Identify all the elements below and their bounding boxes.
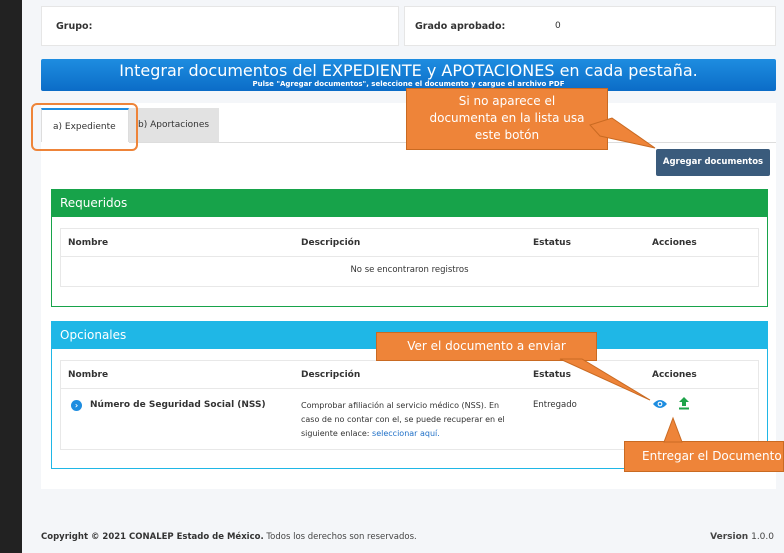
col-estatus: Estatus [533,238,571,248]
banner-title: Integrar documentos del EXPEDIENTE y APO… [119,61,698,80]
callout-view-hint: Ver el documento a enviar [376,332,597,361]
tab-aportaciones[interactable]: b) Aportaciones [129,108,219,142]
documents-panel: a) Expediente b) Aportaciones Agregar do… [41,103,776,489]
col-descripcion: Descripción [301,238,361,248]
add-documents-button[interactable]: Agregar documentos [656,149,770,176]
grado-label: Grado aprobado: [415,21,506,32]
col-descripcion: Descripción [301,370,361,380]
rights-text: Todos los derechos son reservados. [266,532,417,542]
info-circle-icon[interactable]: › [71,400,82,411]
grado-value: 0 [555,21,561,31]
version-value: 1.0.0 [751,532,774,542]
version-label: Version [710,532,749,542]
row-description: Comprobar afiliación al servicio médico … [301,399,526,441]
header-divider [61,256,758,257]
opcionales-table: Nombre Descripción Estatus Acciones › Nú… [60,360,759,450]
requeridos-title: Requeridos [52,190,767,217]
desc-line-1: Comprobar afiliación al servicio médico … [301,401,500,410]
tab-aportaciones-label: b) Aportaciones [138,120,210,130]
row-status: Entregado [533,400,577,410]
eye-icon[interactable] [652,398,668,413]
table-row: › Número de Seguridad Social (NSS) Compr… [61,389,758,449]
desc-line-3: siguiente enlace: seleccionar aquí. [301,427,526,441]
callout-deliver-hint: Entregar el Documento [624,441,784,472]
col-acciones: Acciones [652,370,697,380]
callout-add-hint: Si no aparece el documenta en la lista u… [406,88,608,150]
col-acciones: Acciones [652,238,697,248]
footer-version: Version 1.0.0 [710,532,774,542]
copyright-text: Copyright © 2021 CONALEP Estado de Méxic… [41,532,264,542]
callout-add-hint-line-2: documenta en la lista usa [429,111,585,125]
footer-copyright: Copyright © 2021 CONALEP Estado de Méxic… [41,532,417,542]
requeridos-section: Requeridos Nombre Descripción Estatus Ac… [51,189,768,307]
empty-message: No se encontraron registros [350,265,469,275]
grupo-label: Grupo: [56,21,93,32]
grupo-card: Grupo: [41,6,399,46]
callout-add-hint-line-1: Si no aparece el [458,94,556,108]
tab-highlight [31,103,138,151]
row-name: Número de Seguridad Social (NSS) [90,400,266,410]
select-here-link[interactable]: seleccionar aquí. [372,429,440,438]
grado-card: Grado aprobado: 0 [404,6,776,46]
upload-icon[interactable] [678,396,690,413]
col-nombre: Nombre [68,238,109,248]
col-estatus: Estatus [533,370,571,380]
col-nombre: Nombre [68,370,109,380]
left-dark-bar [0,0,22,553]
requeridos-table: Nombre Descripción Estatus Acciones No s… [60,228,759,287]
callout-add-hint-line-3: este botón [474,128,540,142]
desc-line-2: caso de no contar con el, se puede recup… [301,415,505,424]
instruction-banner: Integrar documentos del EXPEDIENTE y APO… [41,59,776,91]
desc-line-3-text: siguiente enlace: [301,429,370,438]
